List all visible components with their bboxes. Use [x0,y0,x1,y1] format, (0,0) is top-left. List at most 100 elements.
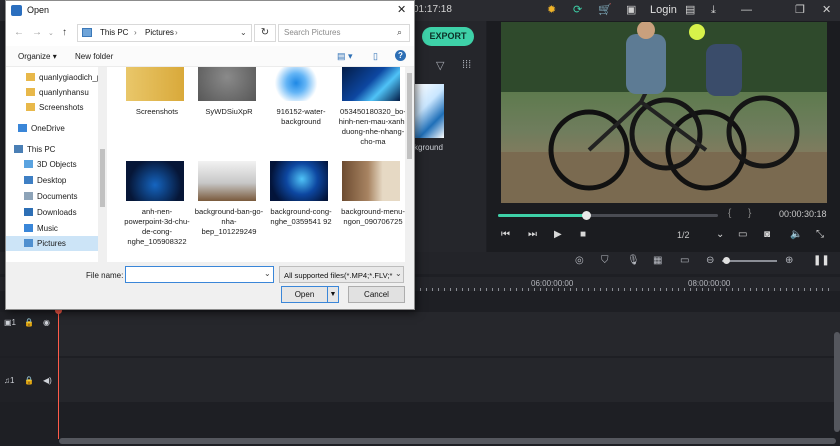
organize-menu[interactable]: Organize ▾ [18,52,57,61]
cart-icon[interactable]: 🛒 [598,3,612,17]
shield-icon[interactable]: ⛉ [601,255,609,266]
nav-item[interactable]: Music [6,221,98,236]
voiceover-icon[interactable]: ▦ [653,255,662,266]
nav-item[interactable]: quanlynhansu [6,85,98,100]
display-icon[interactable]: ▭ [738,229,747,240]
new-folder-button[interactable]: New folder [75,52,113,61]
gift-icon[interactable]: ▣ [626,3,636,17]
open-options-button[interactable]: ▼ [327,286,339,303]
play-icon[interactable]: ▶ [554,229,562,240]
playhead[interactable] [58,307,59,439]
chevron-down-icon[interactable]: ⌄ [716,229,724,240]
stop-icon[interactable]: ■ [580,229,586,240]
mark-out-icon[interactable]: } [748,208,751,219]
grid-view-icon[interactable]: ⁞⁞⁞ [462,59,471,71]
preview-pane-icon[interactable]: ▯ [373,51,378,62]
chevron-down-icon[interactable]: ⌄ [48,29,54,37]
file-list-scrollbar-thumb[interactable] [407,73,412,159]
eye-icon[interactable]: ◉ [43,318,50,327]
timeline-horizontal-scrollbar[interactable] [59,438,836,444]
file-item[interactable]: background-ban-go-nha-bep_101229249 [194,161,266,257]
file-item[interactable]: SyWDSiuXpR [194,67,266,157]
close-icon[interactable]: ✕ [397,3,406,16]
video-track[interactable] [0,312,840,356]
file-label: 053450180320_bo-hinh-nen-mau-xanh-duong-… [338,107,405,146]
file-item[interactable]: background-cong-nghe_0359541 92 [266,161,338,257]
lock-icon[interactable]: 🔒 [24,376,34,385]
file-item[interactable]: background-menu-ngon_090706725 [338,161,405,257]
nav-item[interactable]: Desktop [6,173,98,188]
nav-item[interactable]: Pictures [6,236,98,251]
zoom-in-icon[interactable]: ⊕ [785,255,793,266]
nav-item[interactable]: Documents [6,189,98,204]
microphone-icon[interactable]: 🎙 [627,255,640,266]
snapshot-icon[interactable]: ◙ [764,229,770,240]
zoom-slider-handle[interactable] [723,257,730,264]
view-options-icon[interactable]: ▤ ▾ [337,51,353,62]
file-label: background-menu-ngon_090706725 [341,207,405,226]
bulb-icon[interactable]: ✹ [547,3,556,17]
nav-item[interactable]: 3D Objects [6,157,98,172]
project-timecode: 01:17:18 [413,4,452,15]
chevron-down-icon[interactable]: ⌄ [395,269,402,278]
folder-icon [126,67,184,101]
search-input[interactable]: Search Pictures [278,24,410,42]
subtitle-icon[interactable]: ▭ [680,255,689,266]
folder-item[interactable]: Screenshots [122,67,194,157]
minimize-icon[interactable]: — [741,3,752,17]
close-icon[interactable]: ✕ [822,3,831,17]
file-type-select[interactable]: All supported files(*.MP4;*.FLV;* [279,266,404,283]
login-link[interactable]: Login [650,4,677,16]
volume-icon[interactable]: 🔈 [790,229,802,240]
file-name-input[interactable] [125,266,274,283]
preview-scrubber[interactable] [498,211,718,220]
navigation-scrollbar-thumb[interactable] [100,149,105,207]
save-icon[interactable]: ▤ [685,3,695,17]
nav-item[interactable]: Downloads [6,205,98,220]
chevron-down-icon[interactable]: ⌄ [240,28,247,37]
nav-item[interactable]: Screenshots [6,100,98,115]
nav-item[interactable]: quanlygiaodich_p [6,70,98,85]
volume-icon[interactable]: ◀) [43,376,52,385]
refresh-icon[interactable]: ⟳ [573,3,582,17]
filter-icon[interactable]: ▽ [436,59,444,72]
nav-item-label: Documents [37,192,78,201]
forward-arrow-icon[interactable]: → [32,27,42,38]
export-button[interactable]: EXPORT [422,27,474,46]
file-item[interactable]: 916152-water-background [266,67,338,157]
nav-item[interactable]: OneDrive [6,121,98,136]
chevron-down-icon[interactable]: ⌄ [264,269,271,278]
scrubber-handle[interactable] [582,211,591,220]
open-button[interactable]: Open [281,286,328,303]
file-item[interactable]: 053450180320_bo-hinh-nen-mau-xanh-duong-… [338,67,405,157]
audio-track[interactable] [0,358,840,402]
lock-icon[interactable]: 🔒 [24,318,34,327]
dialog-title-bar[interactable]: Open ✕ [6,1,414,21]
media-thumbnail[interactable] [414,84,444,138]
up-arrow-icon[interactable]: ↑ [62,27,67,38]
pause-icon[interactable]: ❚❚ [813,255,830,266]
file-item[interactable]: anh-nen-powerpoint-3d-chu-de-cong-nghe_1… [122,161,194,257]
zoom-slider[interactable] [722,260,777,262]
back-arrow-icon[interactable]: ← [14,27,24,38]
render-icon[interactable]: ◎ [575,255,584,266]
audio-track-icon: ♫1 [4,376,15,385]
mark-in-icon[interactable]: { [728,208,731,219]
timeline-vertical-scrollbar[interactable] [834,332,840,432]
cancel-button[interactable]: Cancel [348,286,405,303]
step-back-icon[interactable]: ⏮ [501,229,510,240]
breadcrumb-this-pc[interactable]: This PC [100,28,128,37]
nav-item[interactable]: This PC [6,142,98,157]
breadcrumb-pictures[interactable]: Pictures [145,28,174,37]
playback-quality[interactable]: 1/2 [677,230,690,240]
fullscreen-icon[interactable]: ⤡ [816,229,824,240]
download-icon[interactable]: ⤓ [711,3,716,17]
restore-icon[interactable]: ❐ [795,3,805,17]
video-preview[interactable] [501,22,827,203]
zoom-out-icon[interactable]: ⊖ [706,255,714,266]
help-icon[interactable]: ? [395,50,406,61]
refresh-button[interactable]: ↻ [254,24,276,42]
step-forward-icon[interactable]: ⏭ [528,229,537,240]
search-icon[interactable]: ⌕ [397,27,402,38]
document-icon [24,192,33,200]
